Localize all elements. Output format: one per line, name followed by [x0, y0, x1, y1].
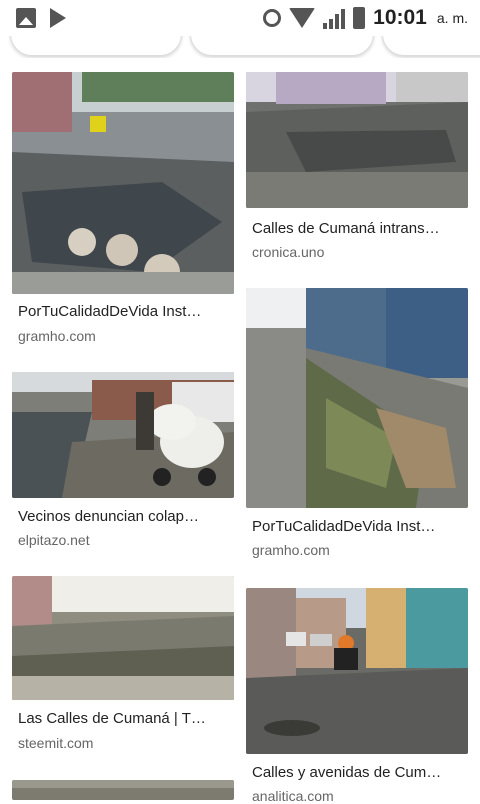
result-title[interactable]: PorTuCalidadDeVida Inst…: [18, 303, 230, 320]
filter-chips-row: [0, 36, 480, 58]
result-title[interactable]: Las Calles de Cumaná | T…: [18, 710, 230, 727]
result-source: elpitazo.net: [18, 532, 90, 548]
result-thumbnail[interactable]: [12, 780, 234, 800]
signal-icon: [323, 7, 346, 29]
result-thumbnail[interactable]: [246, 588, 468, 754]
battery-icon: [353, 7, 366, 29]
filter-chip[interactable]: [382, 36, 480, 56]
result-source: cronica.uno: [252, 244, 325, 260]
result-card[interactable]: Las Calles de Cumaná | T… steemit.com: [12, 576, 234, 756]
clock-ampm: a. m.: [436, 10, 468, 26]
result-card[interactable]: Calles de Cumaná intrans… cronica.uno: [246, 72, 468, 262]
result-title[interactable]: Vecinos denuncian colap…: [18, 508, 230, 525]
status-bar: 10:01 a. m.: [0, 0, 480, 36]
result-source: analitica.com: [252, 788, 334, 804]
result-thumbnail[interactable]: [246, 288, 468, 508]
play-store-icon: [50, 8, 66, 28]
result-source: steemit.com: [18, 735, 94, 751]
result-source: gramho.com: [18, 328, 96, 344]
result-thumbnail[interactable]: [12, 576, 234, 700]
result-title[interactable]: Calles y avenidas de Cum…: [252, 764, 464, 781]
result-card[interactable]: Calles y avenidas de Cum… analitica.com: [246, 588, 468, 804]
clock-time: 10:01: [373, 6, 427, 29]
result-thumbnail[interactable]: [12, 372, 234, 498]
result-thumbnail[interactable]: [12, 72, 234, 294]
wifi-icon: [289, 8, 316, 28]
result-card[interactable]: [12, 780, 234, 800]
result-card[interactable]: PorTuCalidadDeVida Inst… gramho.com: [246, 288, 468, 568]
result-title[interactable]: Calles de Cumaná intrans…: [252, 220, 464, 237]
filter-chip[interactable]: [10, 36, 182, 56]
filter-chip[interactable]: [190, 36, 374, 56]
result-card[interactable]: PorTuCalidadDeVida Inst… gramho.com: [12, 72, 234, 352]
result-thumbnail[interactable]: [246, 72, 468, 208]
gallery-icon: [16, 8, 36, 28]
result-title[interactable]: PorTuCalidadDeVida Inst…: [252, 518, 464, 535]
result-source: gramho.com: [252, 542, 330, 558]
result-card[interactable]: Vecinos denuncian colap… elpitazo.net: [12, 372, 234, 552]
alarm-icon: [263, 9, 282, 27]
